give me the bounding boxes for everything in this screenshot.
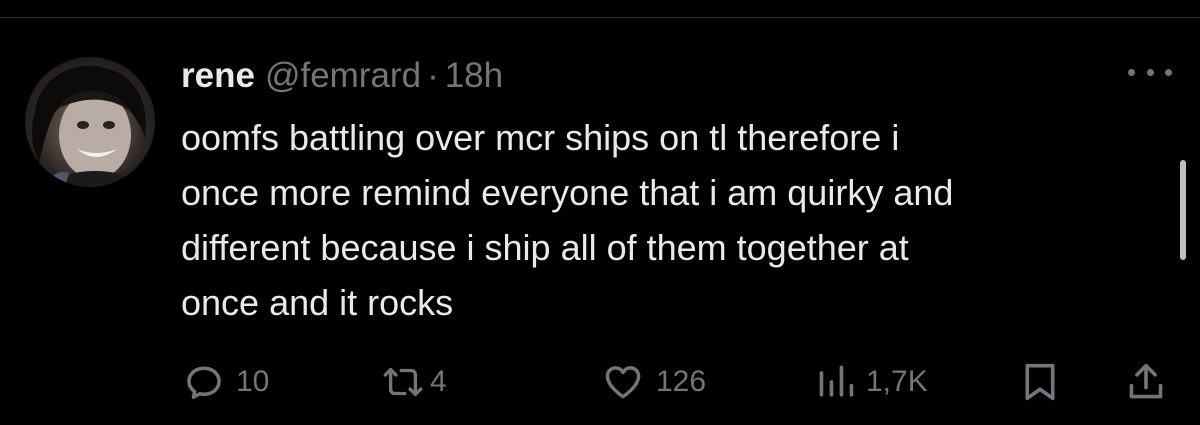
bookmark-button[interactable] (1020, 352, 1060, 412)
tweet-text: oomfs battling over mcr ships on tl ther… (181, 110, 1141, 330)
views-button[interactable]: 1,7K (816, 352, 928, 412)
share-icon (1129, 363, 1163, 399)
retweet-count: 4 (430, 365, 447, 398)
reply-count: 10 (236, 365, 270, 398)
like-count: 126 (656, 365, 707, 398)
reply-icon (187, 366, 221, 399)
header-separator: · (427, 56, 439, 95)
top-divider (0, 17, 1200, 18)
share-button[interactable] (1126, 352, 1166, 412)
action-bar: 10 4 126 1,7K (0, 352, 1200, 412)
views-icon (819, 365, 854, 397)
more-dot (1128, 68, 1135, 76)
retweet-icon (383, 367, 423, 397)
tweet-text-line: oomfs battling over mcr ships on tl ther… (181, 117, 900, 158)
heart-icon (605, 366, 641, 399)
scrollbar[interactable] (1180, 160, 1186, 260)
tweet-text-line: once more remind everyone that i am quir… (181, 172, 954, 213)
author-handle[interactable]: @femrard (265, 54, 421, 98)
like-button[interactable]: 126 (600, 352, 706, 412)
reply-button[interactable]: 10 (182, 352, 269, 412)
retweet-button[interactable]: 4 (380, 352, 447, 412)
avatar-image (31, 65, 146, 187)
author-name[interactable]: rene (181, 54, 255, 98)
tweet-text-line: different because i ship all of them tog… (181, 227, 909, 268)
more-icon[interactable] (1128, 62, 1172, 82)
bookmark-icon (1025, 363, 1055, 401)
tweet-text-line: once and it rocks (181, 282, 454, 323)
views-count: 1,7K (866, 365, 928, 398)
more-dot (1146, 68, 1154, 76)
timestamp[interactable]: 18h (445, 54, 503, 98)
more-dot (1165, 68, 1172, 76)
tweet-header: rene @femrard · 18h (181, 54, 503, 98)
avatar[interactable] (25, 57, 155, 187)
